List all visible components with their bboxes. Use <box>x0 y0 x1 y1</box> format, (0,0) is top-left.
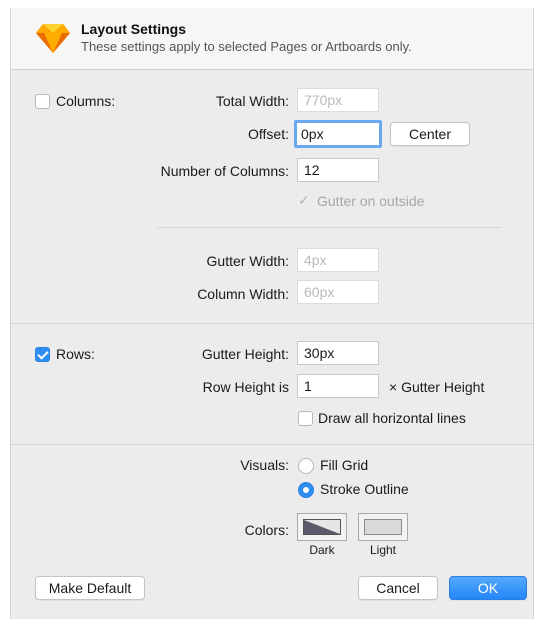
colors-label: Colors: <box>244 522 289 538</box>
column-width-field[interactable]: 60px <box>297 280 379 304</box>
section-divider-2 <box>11 444 533 445</box>
offset-label: Offset: <box>248 126 289 142</box>
section-divider-1 <box>11 323 533 324</box>
offset-field[interactable]: 0px <box>294 120 382 148</box>
dialog-header: Layout Settings These settings apply to … <box>11 8 533 70</box>
total-width-field[interactable]: 770px <box>297 88 379 112</box>
number-of-columns-label: Number of Columns: <box>160 163 289 179</box>
ok-button[interactable]: OK <box>449 576 527 600</box>
rows-label: Rows: <box>56 346 95 362</box>
columns-label: Columns: <box>56 93 116 109</box>
gutter-on-outside-checkbox[interactable]: ✓ <box>298 193 313 208</box>
center-button[interactable]: Center <box>390 122 470 146</box>
dark-swatch-label: Dark <box>309 543 335 557</box>
row-height-field[interactable]: 1 <box>297 374 379 398</box>
gutter-width-field[interactable]: 4px <box>297 248 379 272</box>
sketch-diamond-icon <box>36 24 70 53</box>
cancel-button[interactable]: Cancel <box>358 576 438 600</box>
columns-checkbox[interactable] <box>35 94 50 109</box>
gutter-height-label: Gutter Height: <box>201 346 289 362</box>
draw-horizontal-lines-label: Draw all horizontal lines <box>318 410 466 426</box>
number-of-columns-field[interactable]: 12 <box>297 158 379 182</box>
dark-color-swatch[interactable] <box>297 513 347 541</box>
dialog-subtitle: These settings apply to selected Pages o… <box>81 39 412 54</box>
light-color-swatch[interactable] <box>358 513 408 541</box>
gutter-height-field[interactable]: 30px <box>297 341 379 365</box>
rows-checkbox[interactable] <box>35 347 50 362</box>
fill-grid-label: Fill Grid <box>320 457 369 473</box>
gutter-width-label: Gutter Width: <box>206 253 289 269</box>
light-swatch-preview <box>364 519 402 535</box>
stroke-outline-label: Stroke Outline <box>320 481 409 497</box>
light-swatch-label: Light <box>369 543 397 557</box>
columns-divider <box>157 227 501 228</box>
layout-settings-dialog: Layout Settings These settings apply to … <box>10 8 534 619</box>
visuals-label: Visuals: <box>240 457 289 473</box>
gutter-on-outside-label: Gutter on outside <box>317 193 425 209</box>
total-width-label: Total Width: <box>215 93 289 109</box>
stroke-outline-radio[interactable] <box>298 482 314 498</box>
row-height-label: Row Height is <box>202 379 289 395</box>
dialog-title: Layout Settings <box>81 21 187 37</box>
fill-grid-radio[interactable] <box>298 458 314 474</box>
column-width-label: Column Width: <box>197 286 289 302</box>
dark-swatch-preview <box>303 519 341 535</box>
row-height-suffix: × Gutter Height <box>389 379 485 395</box>
draw-horizontal-lines-checkbox[interactable] <box>298 411 313 426</box>
make-default-button[interactable]: Make Default <box>35 576 145 600</box>
